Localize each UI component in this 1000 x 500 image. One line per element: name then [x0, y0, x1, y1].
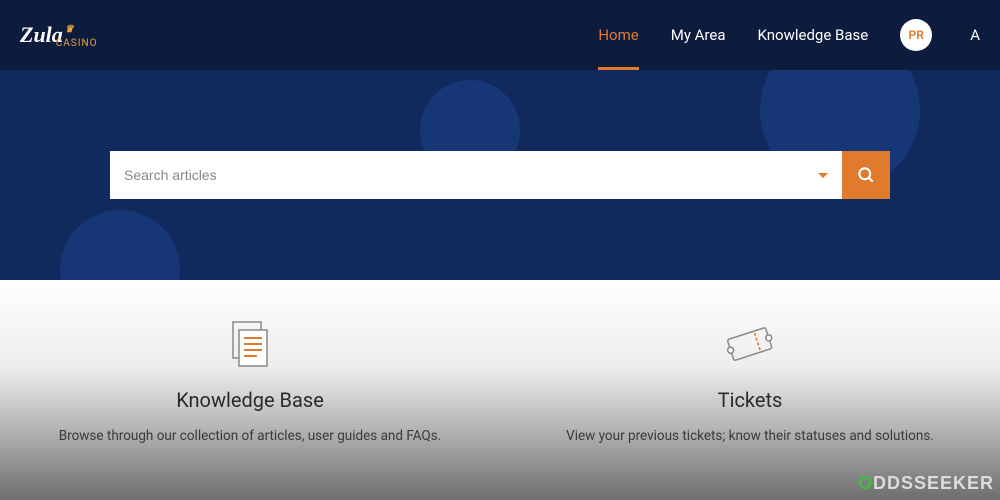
crown-icon: ♛ [65, 24, 74, 35]
card-desc: View your previous tickets; know their s… [526, 428, 974, 444]
brand-sub: CASINO [56, 38, 98, 49]
search-input-wrap[interactable] [110, 151, 842, 199]
nav-home-label: Home [598, 26, 638, 44]
nav-knowledge-base-label: Knowledge Base [757, 26, 868, 44]
hero-section [0, 70, 1000, 280]
search-input[interactable] [124, 167, 810, 183]
nav-knowledge-base[interactable]: Knowledge Base [757, 0, 868, 70]
primary-nav: Home My Area Knowledge Base PR A [598, 0, 980, 70]
search-button[interactable] [842, 151, 890, 199]
ticket-icon [722, 320, 778, 370]
nav-my-area[interactable]: My Area [671, 0, 726, 70]
brand-logo[interactable]: Zula♛ CASINO [20, 22, 113, 48]
watermark: ODDSSEEKER [858, 473, 994, 494]
card-tickets[interactable]: Tickets View your previous tickets; know… [500, 280, 1000, 500]
avatar-initials: PR [909, 28, 924, 42]
document-icon [227, 320, 273, 370]
card-desc: Browse through our collection of article… [19, 428, 482, 444]
chevron-down-icon[interactable] [818, 173, 828, 178]
search-row [110, 151, 890, 199]
nav-home[interactable]: Home [598, 0, 638, 70]
watermark-rest: DDSSEEKER [873, 473, 994, 493]
nav-my-area-label: My Area [671, 26, 726, 44]
decorative-blob [60, 210, 180, 280]
header-bar: Zula♛ CASINO Home My Area Knowledge Base… [0, 0, 1000, 70]
nav-overflow: A [970, 26, 980, 44]
card-title: Tickets [718, 388, 783, 412]
card-title: Knowledge Base [176, 388, 324, 412]
user-avatar[interactable]: PR [900, 19, 932, 51]
cards-section: Knowledge Base Browse through our collec… [0, 280, 1000, 500]
watermark-first: O [858, 473, 873, 493]
card-knowledge-base[interactable]: Knowledge Base Browse through our collec… [0, 280, 500, 500]
search-icon [856, 165, 876, 185]
